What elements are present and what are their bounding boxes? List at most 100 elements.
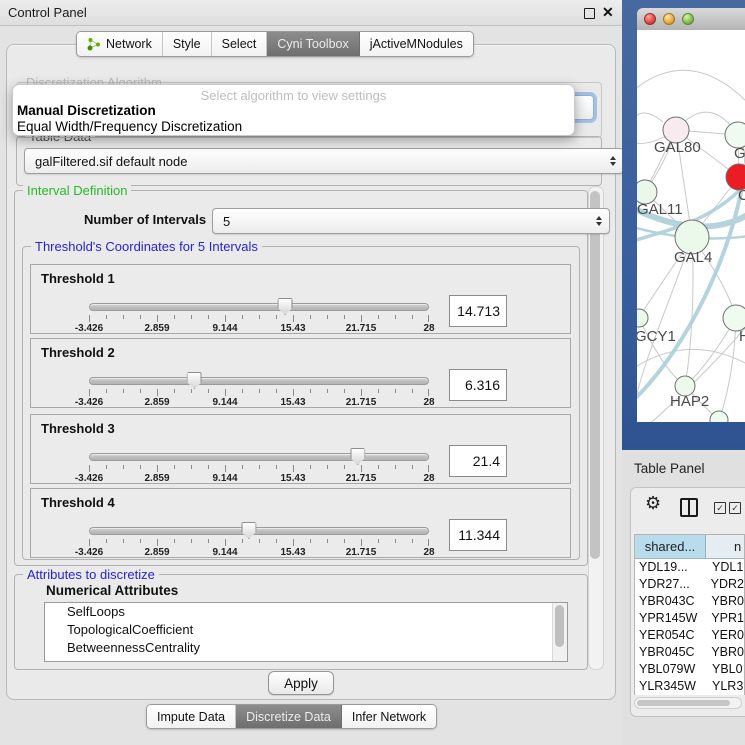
- network-node-label: G: [734, 145, 745, 162]
- scrollbar-thumb[interactable]: [637, 700, 730, 706]
- tab-style[interactable]: Style: [163, 32, 212, 56]
- table-header-row: shared... n: [635, 535, 744, 559]
- table-row[interactable]: YBL079WYBL0: [635, 661, 744, 678]
- slider-scale-labels: -3.4262.8599.14415.4321.71528: [89, 473, 429, 484]
- scale-tick-label: 15.43: [280, 547, 305, 558]
- table-row[interactable]: YPR145WYPR1: [635, 610, 744, 627]
- threshold-slider[interactable]: -3.4262.8599.14415.4321.71528: [89, 451, 429, 481]
- threshold-value-field[interactable]: 6.316: [449, 369, 507, 401]
- cell-name[interactable]: YBR0: [705, 593, 744, 610]
- threshold-slider[interactable]: -3.4262.8599.14415.4321.71528: [89, 525, 429, 555]
- window-zoom-traffic-light[interactable]: [682, 13, 694, 25]
- cell-shared-name[interactable]: YDR27...: [635, 576, 705, 593]
- cell-shared-name[interactable]: YDL19...: [635, 559, 706, 576]
- node-attribute-table[interactable]: shared... n YDL19...YDL1YDR27...YDR2YBR0…: [634, 534, 745, 695]
- table-row[interactable]: YER054CYER0: [635, 627, 744, 644]
- control-panel-title: Control Panel: [8, 5, 87, 20]
- scale-tick-label: 9.144: [212, 397, 237, 408]
- table-row[interactable]: YDL19...YDL1: [635, 559, 744, 576]
- cell-shared-name[interactable]: YLR345W: [635, 678, 706, 695]
- stepper-icon: [596, 216, 602, 226]
- network-view-canvas[interactable]: GAL80GCGAL11GAL4GCY1HHAP2: [637, 30, 745, 422]
- algorithm-option-equal-width-frequency-discretization[interactable]: Equal Width/Frequency Discretization: [13, 119, 574, 135]
- split-columns-icon[interactable]: [680, 498, 698, 517]
- close-icon[interactable]: ✕: [602, 4, 614, 21]
- control-panel-titlebar: Control Panel ✕: [0, 0, 622, 26]
- scale-tick-label: 2.859: [144, 323, 169, 334]
- checkbox-icon[interactable]: [714, 502, 726, 514]
- table-row[interactable]: YBR045CYBR0: [635, 644, 744, 661]
- threshold-value-field[interactable]: 11.344: [449, 519, 507, 551]
- slider-track[interactable]: [89, 453, 429, 461]
- cell-name[interactable]: YLR3: [706, 678, 744, 695]
- slider-track[interactable]: [89, 527, 429, 535]
- table-row[interactable]: YBR043CYBR0: [635, 593, 744, 610]
- slider-thumb[interactable]: [350, 448, 365, 465]
- cell-name[interactable]: YER0: [705, 627, 744, 644]
- network-node-label: HAP2: [670, 393, 709, 410]
- attribute-item-betweennesscentrality[interactable]: BetweennessCentrality: [45, 639, 567, 657]
- scrollbar-thumb[interactable]: [555, 605, 564, 647]
- threshold-slider[interactable]: -3.4262.8599.14415.4321.71528: [89, 375, 429, 405]
- tab-cyni-toolbox[interactable]: Cyni Toolbox: [267, 32, 359, 56]
- network-node[interactable]: [710, 411, 728, 422]
- number-of-intervals-combobox[interactable]: 5: [212, 208, 610, 234]
- cell-name[interactable]: YDR2: [705, 576, 744, 593]
- threshold-value-field[interactable]: 14.713: [449, 295, 507, 327]
- scale-tick-label: -3.426: [75, 323, 103, 334]
- scale-tick-label: 2.859: [144, 473, 169, 484]
- scrollbar-thumb[interactable]: [590, 191, 600, 559]
- slider-thumb[interactable]: [278, 298, 293, 315]
- tab-network[interactable]: Network: [77, 32, 163, 56]
- cell-name[interactable]: YBR0: [705, 644, 744, 661]
- threshold-value-field[interactable]: 21.4: [449, 445, 507, 477]
- algorithm-placeholder: Select algorithm to view settings: [13, 88, 574, 103]
- slider-thumb[interactable]: [187, 372, 202, 389]
- scale-tick-label: 9.144: [212, 323, 237, 334]
- table-row[interactable]: YLR345WYLR3: [635, 678, 744, 695]
- table-horizontal-scrollbar[interactable]: [634, 697, 742, 709]
- algorithm-option-manual-discretization[interactable]: Manual Discretization: [13, 103, 574, 119]
- numerical-attributes-list[interactable]: SelfLoopsTopologicalCoefficientBetweenne…: [44, 602, 568, 662]
- column-header-shared-name[interactable]: shared...: [635, 535, 706, 558]
- window-minimize-traffic-light[interactable]: [663, 13, 675, 25]
- cell-name[interactable]: YPR1: [705, 610, 744, 627]
- gear-icon[interactable]: ⚙: [645, 494, 661, 512]
- slider-scale-labels: -3.4262.8599.14415.4321.71528: [89, 397, 429, 408]
- cell-name[interactable]: YBL0: [706, 661, 744, 678]
- cell-shared-name[interactable]: YBR045C: [635, 644, 705, 661]
- tab-infer-network[interactable]: Infer Network: [342, 705, 436, 728]
- slider-track[interactable]: [89, 377, 429, 385]
- tab-select[interactable]: Select: [212, 32, 268, 56]
- threshold-label: Threshold 2: [41, 345, 115, 360]
- checkbox-icon[interactable]: [729, 502, 741, 514]
- scale-tick-label: 2.859: [144, 397, 169, 408]
- table-data-value: galFiltered.sif default node: [35, 154, 187, 169]
- cell-name[interactable]: YDL1: [706, 559, 744, 576]
- threshold-label: Threshold 4: [41, 495, 115, 510]
- cell-shared-name[interactable]: YBR043C: [635, 593, 705, 610]
- tab-impute-data[interactable]: Impute Data: [147, 705, 236, 728]
- tab-discretize-data[interactable]: Discretize Data: [236, 705, 342, 728]
- scale-tick-label: 28: [423, 547, 434, 558]
- slider-thumb[interactable]: [241, 522, 256, 539]
- attribute-item-topologicalcoefficient[interactable]: TopologicalCoefficient: [45, 621, 567, 639]
- cell-shared-name[interactable]: YPR145W: [635, 610, 705, 627]
- attribute-item-selfloops[interactable]: SelfLoops: [45, 603, 567, 621]
- tab-jactivemnodules[interactable]: jActiveMNodules: [360, 32, 473, 56]
- cell-shared-name[interactable]: YER054C: [635, 627, 705, 644]
- list-vertical-scrollbar[interactable]: [552, 603, 567, 661]
- apply-button[interactable]: Apply: [268, 671, 334, 695]
- cell-shared-name[interactable]: YBL079W: [635, 661, 706, 678]
- slider-track[interactable]: [89, 303, 429, 311]
- float-window-icon[interactable]: [584, 8, 595, 19]
- network-node-gcy1[interactable]: [637, 309, 648, 327]
- window-close-traffic-light[interactable]: [644, 13, 656, 25]
- threshold-slider[interactable]: -3.4262.8599.14415.4321.71528: [89, 301, 429, 331]
- column-header-name[interactable]: n: [706, 535, 744, 558]
- slider-major-ticks: [89, 539, 429, 546]
- scale-tick-label: 15.43: [280, 323, 305, 334]
- table-data-combobox[interactable]: galFiltered.sif default node: [24, 148, 624, 174]
- table-row[interactable]: YDR27...YDR2: [635, 576, 744, 593]
- settings-vertical-scrollbar[interactable]: [588, 186, 604, 670]
